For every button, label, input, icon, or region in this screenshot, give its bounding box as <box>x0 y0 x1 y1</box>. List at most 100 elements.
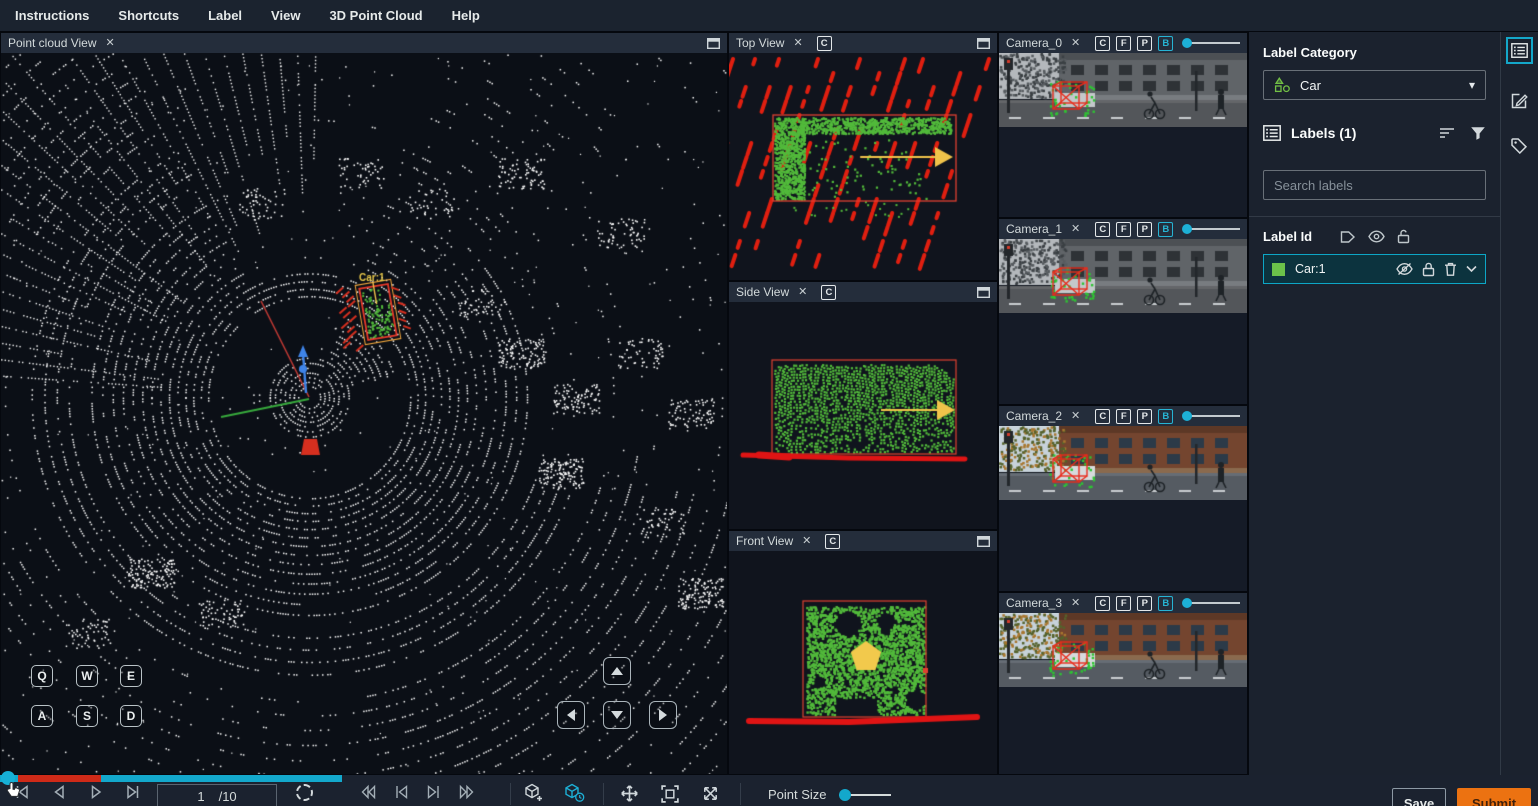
camera-opacity-slider[interactable] <box>1182 409 1240 423</box>
camera-b-button[interactable]: B <box>1158 221 1174 237</box>
eye-icon[interactable] <box>1368 230 1385 243</box>
seek-handle[interactable] <box>1 771 15 785</box>
close-icon[interactable]: ✕ <box>798 286 807 298</box>
label-row-car-1[interactable]: Car:1 <box>1263 254 1486 284</box>
fit-view-icon[interactable] <box>661 784 679 803</box>
edit-attributes-tool[interactable] <box>1510 91 1529 110</box>
sidebar-divider <box>1249 216 1500 217</box>
camera-b-button[interactable]: B <box>1158 595 1174 611</box>
hotkey-w[interactable]: W <box>76 665 98 687</box>
camera-p-button[interactable]: P <box>1137 595 1153 611</box>
camera-canvas[interactable] <box>999 613 1247 687</box>
tag-icon[interactable] <box>1340 230 1356 244</box>
pan-up-button[interactable] <box>603 657 631 685</box>
camera-f-button[interactable]: F <box>1116 221 1132 237</box>
slider-thumb[interactable] <box>838 788 851 801</box>
frame-counter[interactable]: 1 /10 <box>157 784 277 806</box>
filter-icon[interactable] <box>1470 126 1486 141</box>
pan-left-button[interactable] <box>557 701 585 729</box>
menu-item-label[interactable]: Label <box>208 8 242 23</box>
fast-forward-button[interactable] <box>459 784 475 800</box>
eye-off-icon[interactable] <box>1396 262 1413 276</box>
close-icon[interactable]: ✕ <box>1071 37 1080 49</box>
camera-3-panel: Camera_3 ✕ C F P B <box>998 592 1248 775</box>
add-cuboid-icon[interactable] <box>524 783 544 802</box>
unlock-icon[interactable] <box>1397 229 1410 244</box>
camera-p-button[interactable]: P <box>1137 408 1153 424</box>
pan-down-button[interactable] <box>603 701 631 729</box>
close-icon[interactable]: ✕ <box>1071 223 1080 235</box>
close-icon[interactable]: ✕ <box>1071 597 1080 609</box>
submit-button[interactable]: Submit <box>1457 788 1531 806</box>
camera-b-button[interactable]: B <box>1158 408 1174 424</box>
lock-icon[interactable] <box>1422 262 1435 277</box>
move-tool-icon[interactable] <box>620 784 639 803</box>
slider-thumb[interactable] <box>1182 598 1192 608</box>
camera-follow-button[interactable]: C <box>821 284 837 300</box>
maximize-window-icon[interactable] <box>977 37 990 49</box>
point-size-slider[interactable] <box>838 788 891 801</box>
skip-to-end-button[interactable] <box>125 784 141 800</box>
hotkey-q[interactable]: Q <box>31 665 53 687</box>
step-forward-button[interactable] <box>426 784 442 800</box>
tags-tool[interactable] <box>1510 137 1529 154</box>
hotkey-d[interactable]: D <box>120 705 142 727</box>
camera-c-button[interactable]: C <box>1095 408 1111 424</box>
camera-p-button[interactable]: P <box>1137 221 1153 237</box>
menu-item-shortcuts[interactable]: Shortcuts <box>118 8 179 23</box>
maximize-window-icon[interactable] <box>977 535 990 547</box>
camera-opacity-slider[interactable] <box>1182 596 1240 610</box>
trash-icon[interactable] <box>1444 262 1457 277</box>
camera-f-button[interactable]: F <box>1116 408 1132 424</box>
slider-thumb[interactable] <box>1182 224 1192 234</box>
menu-item-3d-point-cloud[interactable]: 3D Point Cloud <box>329 8 422 23</box>
menu-item-instructions[interactable]: Instructions <box>15 8 89 23</box>
toolbar-divider <box>740 783 741 805</box>
pan-right-button[interactable] <box>649 701 677 729</box>
save-button[interactable]: Save <box>1392 788 1446 806</box>
search-labels-input[interactable] <box>1263 170 1486 200</box>
step-back-button[interactable] <box>393 784 409 800</box>
side-view-canvas[interactable] <box>729 302 997 529</box>
maximize-window-icon[interactable] <box>707 37 720 49</box>
front-view-canvas[interactable] <box>729 551 997 774</box>
camera-c-button[interactable]: C <box>1095 595 1111 611</box>
camera-c-button[interactable]: C <box>1095 221 1111 237</box>
labels-panel-tool[interactable] <box>1506 37 1533 64</box>
camera-canvas[interactable] <box>999 239 1247 313</box>
camera-b-button[interactable]: B <box>1158 35 1174 51</box>
top-view-canvas[interactable] <box>729 53 997 280</box>
menu-item-view[interactable]: View <box>271 8 300 23</box>
hotkey-e[interactable]: E <box>120 665 142 687</box>
maximize-window-icon[interactable] <box>977 286 990 298</box>
camera-c-button[interactable]: C <box>1095 35 1111 51</box>
camera-follow-button[interactable]: C <box>825 533 841 549</box>
camera-follow-button[interactable]: C <box>816 35 832 51</box>
skip-to-start-button[interactable] <box>14 784 30 800</box>
slider-thumb[interactable] <box>1182 411 1192 421</box>
frame-current-value[interactable]: 1 <box>197 789 204 804</box>
close-icon[interactable]: ✕ <box>793 37 802 49</box>
hotkey-a[interactable]: A <box>31 705 53 727</box>
camera-p-button[interactable]: P <box>1137 35 1153 51</box>
camera-f-button[interactable]: F <box>1116 595 1132 611</box>
close-icon[interactable]: ✕ <box>1071 410 1080 422</box>
camera-canvas[interactable] <box>999 53 1247 127</box>
cuboid-history-icon[interactable] <box>564 783 585 802</box>
play-button[interactable] <box>88 784 104 800</box>
camera-opacity-slider[interactable] <box>1182 222 1240 236</box>
menu-item-help[interactable]: Help <box>452 8 480 23</box>
camera-opacity-slider[interactable] <box>1182 36 1240 50</box>
previous-frame-button[interactable] <box>51 784 67 800</box>
rewind-button[interactable] <box>360 784 376 800</box>
camera-f-button[interactable]: F <box>1116 35 1132 51</box>
close-icon[interactable]: ✕ <box>802 535 811 547</box>
close-icon[interactable]: ✕ <box>106 37 115 49</box>
label-category-dropdown[interactable]: Car ▾ <box>1263 70 1486 100</box>
expand-view-icon[interactable] <box>701 784 720 803</box>
chevron-down-icon[interactable] <box>1466 265 1477 273</box>
camera-canvas[interactable] <box>999 426 1247 500</box>
hotkey-s[interactable]: S <box>76 705 98 727</box>
sort-icon[interactable] <box>1439 126 1455 140</box>
slider-thumb[interactable] <box>1182 38 1192 48</box>
